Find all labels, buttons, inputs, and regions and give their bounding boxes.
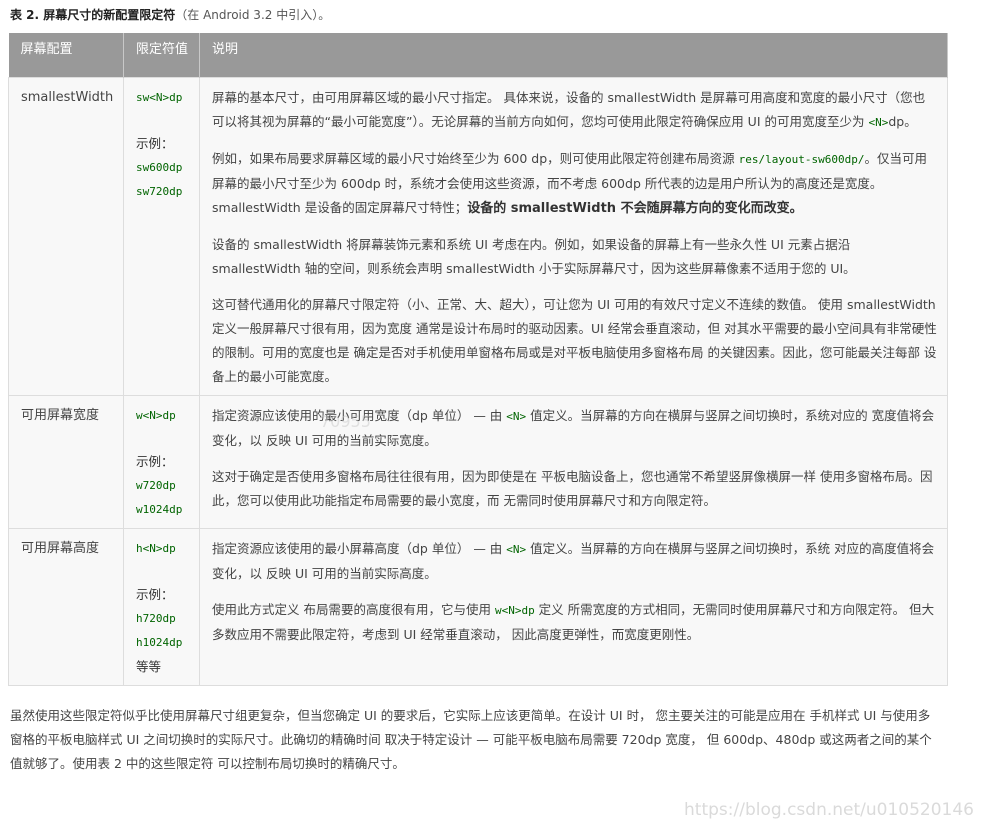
- table-row: 可用屏幕高度 h<N>dp 示例： h720dp h1024dp 等等 指定资源应该使用的最…: [8, 527, 948, 686]
- cell-description: 指定资源应该使用的最小屏幕高度（dp 单位） — 由 <N> 值定义。当屏幕的方…: [199, 527, 948, 686]
- table-row: 可用屏幕宽度 w<N>dp 示例： w720dp w1024dp 指定资源应该使用的最小可…: [8, 394, 948, 529]
- cell-description: 屏幕的基本尺寸，由可用屏幕区域的最小尺寸指定。 具体来说，设备的 smalles…: [199, 76, 948, 396]
- description-paragraph: 使用此方式定义 布局需要的高度很有用，它与使用 w<N>dp 定义 所需宽度的方…: [212, 598, 937, 647]
- example-code: w1024dp: [136, 502, 183, 516]
- footer-paragraph: 虽然使用这些限定符似乎比使用屏幕尺寸组更复杂，但当您确定 UI 的要求后，它实际…: [10, 707, 932, 771]
- example-code: h1024dp: [136, 635, 183, 649]
- inline-code: w<N>dp: [494, 603, 535, 617]
- qualifier-code: h<N>dp: [136, 541, 176, 555]
- header-description: 说明: [199, 33, 948, 77]
- cell-screen-config: 可用屏幕宽度: [8, 394, 124, 529]
- example-code: w720dp: [136, 478, 176, 492]
- description-text: 这可替代通用化的屏幕尺寸限定符（小、正常、大、超大），可让您为 UI 可用的有效…: [212, 296, 937, 384]
- caption-label: 表 2.: [10, 8, 40, 22]
- cell-screen-config: 可用屏幕高度: [8, 527, 124, 686]
- description-text: dp。: [888, 113, 917, 129]
- example-code: sw600dp: [136, 160, 183, 174]
- description-text: 这对于确定是否使用多窗格布局往往很有用，因为即使是在 平板电脑设备上，您也通常不…: [212, 468, 933, 508]
- inline-code: <N>: [506, 542, 527, 556]
- cell-qualifier: w<N>dp 示例： w720dp w1024dp: [123, 394, 200, 529]
- description-text: 例如，如果布局要求屏幕区域的最小尺寸始终至少为 600 dp，则可使用此限定符创…: [212, 150, 739, 166]
- description-paragraph: 指定资源应该使用的最小屏幕高度（dp 单位） — 由 <N> 值定义。当屏幕的方…: [212, 537, 937, 586]
- description-paragraph: 这可替代通用化的屏幕尺寸限定符（小、正常、大、超大），可让您为 UI 可用的有效…: [212, 293, 937, 389]
- description-paragraph: 例如，如果布局要求屏幕区域的最小尺寸始终至少为 600 dp，则可使用此限定符创…: [212, 147, 937, 221]
- qualifier-table: 屏幕配置 限定符值 说明 smallestWidth sw<N>dp 示例： sw60…: [8, 33, 948, 686]
- header-screen-config: 屏幕配置: [8, 33, 124, 77]
- page: 表 2. 屏幕尺寸的新配置限定符（在 Android 3.2 中引入）。 屏幕配…: [0, 0, 986, 824]
- description-text: 使用此方式定义 布局需要的高度很有用，它与使用: [212, 601, 495, 617]
- description-text: 指定资源应该使用的最小可用宽度（dp 单位） — 由: [212, 407, 507, 423]
- description-paragraph: 屏幕的基本尺寸，由可用屏幕区域的最小尺寸指定。 具体来说，设备的 smalles…: [212, 86, 937, 135]
- inline-code: <N>: [868, 115, 889, 129]
- cell-description: 指定资源应该使用的最小可用宽度（dp 单位） — 由 <N> 值定义。当屏幕的方…: [199, 394, 948, 529]
- emphasis-text: 设备的 smallestWidth 不会随屏幕方向的变化而改变。: [467, 200, 803, 216]
- description-text: 设备的 smallestWidth 将屏幕装饰元素和系统 UI 考虑在内。例如，…: [212, 236, 856, 276]
- cell-qualifier: sw<N>dp 示例： sw600dp sw720dp: [123, 76, 200, 396]
- description-text: 指定资源应该使用的最小屏幕高度（dp 单位） — 由: [212, 540, 507, 556]
- table-row: smallestWidth sw<N>dp 示例： sw600dp sw720dp 屏幕的…: [8, 76, 948, 396]
- table-caption: 表 2. 屏幕尺寸的新配置限定符（在 Android 3.2 中引入）。: [10, 6, 978, 24]
- qualifier-code: sw<N>dp: [136, 90, 183, 104]
- description-text: 屏幕的基本尺寸，由可用屏幕区域的最小尺寸指定。 具体来说，设备的 smalles…: [212, 89, 926, 129]
- inline-code: res/layout-sw600dp/: [738, 152, 865, 166]
- example-label: 示例：: [136, 135, 174, 151]
- description-paragraph: 指定资源应该使用的最小可用宽度（dp 单位） — 由 <N> 值定义。当屏幕的方…: [212, 404, 937, 453]
- caption-title: 屏幕尺寸的新配置限定符: [39, 8, 176, 22]
- example-suffix: 等等: [136, 658, 162, 674]
- example-label: 示例：: [136, 453, 174, 469]
- header-qualifier-value: 限定符值: [123, 33, 200, 77]
- watermark-corner: https://blog.csdn.net/u010520146: [684, 800, 974, 820]
- cell-qualifier: h<N>dp 示例： h720dp h1024dp 等等: [123, 527, 200, 686]
- example-label: 示例：: [136, 586, 174, 602]
- example-code: sw720dp: [136, 184, 183, 198]
- description-paragraph: 设备的 smallestWidth 将屏幕装饰元素和系统 UI 考虑在内。例如，…: [212, 233, 937, 281]
- cell-screen-config: smallestWidth: [8, 76, 124, 396]
- table-header-row: 屏幕配置 限定符值 说明: [8, 33, 948, 77]
- description-paragraph: 这对于确定是否使用多窗格布局往往很有用，因为即使是在 平板电脑设备上，您也通常不…: [212, 465, 937, 513]
- example-code: h720dp: [136, 611, 176, 625]
- qualifier-code: w<N>dp: [136, 408, 176, 422]
- inline-code: <N>: [506, 409, 527, 423]
- caption-note: （在 Android 3.2 中引入）。: [175, 8, 331, 22]
- table-body: smallestWidth sw<N>dp 示例： sw600dp sw720dp 屏幕的…: [8, 76, 948, 686]
